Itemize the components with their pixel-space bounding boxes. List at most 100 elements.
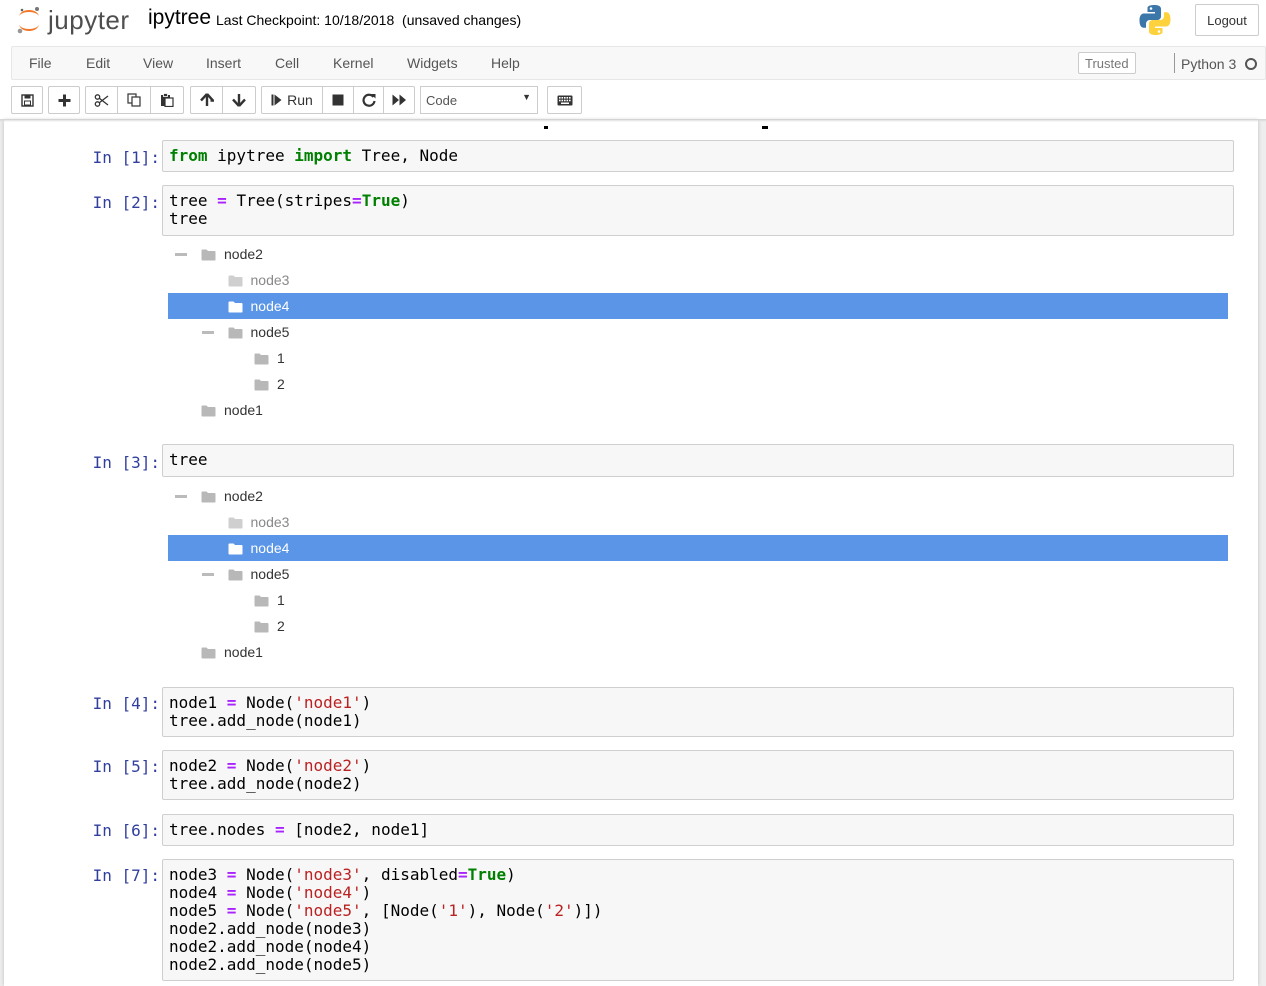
jupyter-logo[interactable]: jupyter <box>16 4 130 36</box>
code-token: tree.add_node(node2) <box>169 774 362 793</box>
tree-node-row[interactable]: 2 <box>168 371 1228 397</box>
arrow-down-icon <box>232 94 246 107</box>
menu-help[interactable]: Help <box>491 55 520 71</box>
copy-button[interactable] <box>117 86 151 114</box>
code-token: Tree, Node <box>352 146 458 165</box>
plus-icon <box>58 94 70 106</box>
code-token: tree.nodes <box>169 820 275 839</box>
code-token: 'node4' <box>294 883 362 902</box>
restart-run-all-button[interactable] <box>383 86 415 114</box>
run-button[interactable]: Run <box>261 86 323 114</box>
folder-icon <box>201 248 216 261</box>
code-input[interactable]: node2 = Node('node2') tree.add_node(node… <box>162 750 1234 800</box>
tree-node-row[interactable]: 1 <box>168 587 1228 613</box>
code-input[interactable]: tree = Tree(stripes=True) tree <box>162 185 1234 236</box>
tree-node-row[interactable]: node2 <box>168 241 1228 267</box>
code-token: ipytree <box>207 146 295 165</box>
tree-node-row[interactable]: node4 <box>168 535 1228 561</box>
code-token: 'node3' <box>294 865 362 884</box>
collapse-toggle-icon[interactable] <box>175 253 187 256</box>
menu-edit[interactable]: Edit <box>86 55 110 71</box>
copy-icon <box>127 93 141 107</box>
tree-node-row[interactable]: node4 <box>168 293 1228 319</box>
tree-node-label: node5 <box>250 324 290 340</box>
cell-type-select[interactable]: Code ▼ <box>420 86 538 114</box>
cell-type-value: Code <box>426 92 458 108</box>
folder-icon <box>254 594 269 607</box>
paste-button[interactable] <box>150 86 184 114</box>
tree-node-label: node2 <box>224 246 263 262</box>
paste-icon <box>161 93 174 107</box>
code-input[interactable]: tree <box>162 444 1234 477</box>
tree-node-row[interactable]: node5 <box>168 561 1228 587</box>
kernel-name[interactable]: Python 3 <box>1181 56 1236 72</box>
menu-widgets[interactable]: Widgets <box>407 55 458 71</box>
code-token: [node2, node1] <box>284 820 430 839</box>
code-token: True <box>361 191 401 210</box>
tree-node-row[interactable]: node3 <box>168 267 1228 293</box>
jupyter-logo-icon <box>16 5 42 35</box>
collapse-toggle-icon[interactable] <box>201 573 214 576</box>
code-token: Tree(stripes <box>226 191 353 210</box>
code-token: ) <box>361 756 372 775</box>
tree-node-row[interactable]: node2 <box>168 483 1228 509</box>
command-palette-button[interactable] <box>547 86 582 114</box>
tree-node-row[interactable]: node5 <box>168 319 1228 345</box>
folder-icon <box>201 490 216 503</box>
code-input[interactable]: node3 = Node('node3', disabled=True) nod… <box>162 859 1234 981</box>
folder-icon <box>228 568 243 581</box>
cell-prompt: In [7]: <box>92 866 160 885</box>
folder-icon <box>254 352 269 365</box>
code-token: node1 <box>169 693 227 712</box>
menu-file[interactable]: File <box>29 55 52 71</box>
tree-node-row[interactable]: node1 <box>168 397 1228 423</box>
code-token: '2' <box>544 901 574 920</box>
save-button[interactable] <box>11 86 43 114</box>
notebook-title[interactable]: ipytree <box>148 6 211 30</box>
code-token: Node( <box>236 865 295 884</box>
code-input[interactable]: tree.nodes = [node2, node1] <box>162 814 1234 846</box>
tree-node-label: node1 <box>224 402 263 418</box>
cell-prompt: In [6]: <box>92 821 160 840</box>
code-input[interactable]: node1 = Node('node1') tree.add_node(node… <box>162 687 1234 737</box>
cut-button[interactable] <box>85 86 118 114</box>
insert-cell-button[interactable] <box>48 86 80 114</box>
collapse-toggle-icon[interactable] <box>201 331 214 334</box>
code-token: ) <box>400 191 410 210</box>
menu-cell[interactable]: Cell <box>275 55 299 71</box>
jupyter-logo-text: jupyter <box>48 4 130 35</box>
code-token: tree <box>169 191 218 210</box>
code-token: = <box>226 756 237 775</box>
code-token: Node( <box>236 756 295 775</box>
kernel-divider <box>1174 53 1175 73</box>
code-token: = <box>352 191 362 210</box>
folder-icon <box>254 620 269 633</box>
tree-node-row[interactable]: node1 <box>168 639 1228 665</box>
collapse-toggle-icon[interactable] <box>175 495 187 498</box>
notebook-header: jupyter ipytree Last Checkpoint: 10/18/2… <box>0 0 1266 120</box>
code-token: node2.add_node(node5) <box>169 955 372 974</box>
menu-insert[interactable]: Insert <box>206 55 241 71</box>
code-token: = <box>226 901 237 920</box>
tree-node-label: 2 <box>277 376 285 392</box>
tree-node-label: 1 <box>277 350 285 366</box>
code-token: '1' <box>438 901 468 920</box>
menu-kernel[interactable]: Kernel <box>333 55 373 71</box>
tree-node-row[interactable]: node3 <box>168 509 1228 535</box>
code-token: ), Node( <box>467 901 545 920</box>
code-token: = <box>274 820 285 839</box>
menu-view[interactable]: View <box>143 55 173 71</box>
move-down-button[interactable] <box>222 86 256 114</box>
logout-button[interactable]: Logout <box>1195 4 1259 36</box>
trusted-badge[interactable]: Trusted <box>1078 52 1136 74</box>
restart-button[interactable] <box>353 86 384 114</box>
notebook-container[interactable]: In [1]: from ipytree import Tree, Node I… <box>4 120 1258 986</box>
move-up-button[interactable] <box>190 86 223 114</box>
tree-node-label: node5 <box>250 566 290 582</box>
code-token: tree <box>169 209 208 228</box>
interrupt-button[interactable] <box>322 86 354 114</box>
tree-node-row[interactable]: 1 <box>168 345 1228 371</box>
tree-node-row[interactable]: 2 <box>168 613 1228 639</box>
code-input[interactable]: from ipytree import Tree, Node <box>162 140 1234 172</box>
code-token: Node( <box>236 883 295 902</box>
